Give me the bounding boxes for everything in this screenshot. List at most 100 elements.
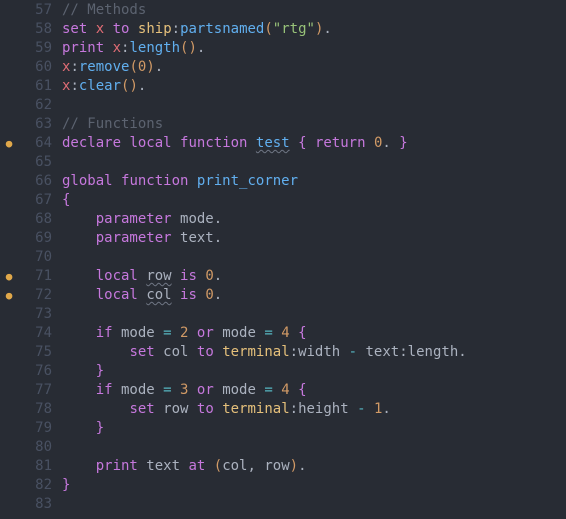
token <box>129 21 137 37</box>
token <box>62 287 96 303</box>
code-line[interactable]: } <box>62 476 566 495</box>
token <box>290 135 298 151</box>
token: parameter <box>96 230 172 246</box>
line-number: 83 <box>18 495 62 514</box>
token: terminal <box>222 401 289 417</box>
code-line[interactable] <box>62 96 566 115</box>
token: test <box>256 135 290 151</box>
token: if <box>96 325 113 341</box>
code-line[interactable] <box>62 305 566 324</box>
code-line[interactable]: // Methods <box>62 1 566 20</box>
token: declare <box>62 135 121 151</box>
code-line[interactable]: print text at (col, row). <box>62 457 566 476</box>
line-number: 81 <box>18 457 62 476</box>
token: partsnamed <box>180 21 264 37</box>
code-line[interactable]: if mode = 3 or mode = 4 { <box>62 381 566 400</box>
token: text <box>138 458 189 474</box>
code-line[interactable] <box>62 153 566 172</box>
code-line[interactable]: if mode = 2 or mode = 4 { <box>62 324 566 343</box>
gutter-row: 75 <box>0 343 62 362</box>
line-number: 64 <box>18 134 62 153</box>
gutter: 57585960616263●64656667686970●71●7273747… <box>0 0 62 519</box>
gutter-row: 63 <box>0 115 62 134</box>
warning-icon: ● <box>0 134 18 153</box>
line-number: 73 <box>18 305 62 324</box>
code-line[interactable]: parameter text. <box>62 229 566 248</box>
token: ) <box>290 458 298 474</box>
code-editor[interactable]: 57585960616263●64656667686970●71●7273747… <box>0 0 566 519</box>
token <box>172 230 180 246</box>
code-line[interactable]: } <box>62 362 566 381</box>
token: . <box>214 230 222 246</box>
token <box>172 135 180 151</box>
token: = <box>264 382 272 398</box>
line-number: 57 <box>18 1 62 20</box>
gutter-row: 80 <box>0 438 62 457</box>
gutter-row: 57 <box>0 1 62 20</box>
code-line[interactable]: local col is 0. <box>62 286 566 305</box>
gutter-row: 62 <box>0 96 62 115</box>
gutter-row: 73 <box>0 305 62 324</box>
code-line[interactable] <box>62 495 566 514</box>
warning-icon: ● <box>0 267 18 286</box>
token: x <box>96 21 104 37</box>
line-number: 79 <box>18 419 62 438</box>
code-line[interactable]: local row is 0. <box>62 267 566 286</box>
gutter-row: 60 <box>0 58 62 77</box>
token: local <box>96 287 138 303</box>
token: // Functions <box>62 116 163 132</box>
token <box>188 173 196 189</box>
code-line[interactable]: x:clear(). <box>62 77 566 96</box>
line-number: 63 <box>18 115 62 134</box>
token: . <box>214 211 222 227</box>
code-line[interactable] <box>62 248 566 267</box>
token: ) <box>146 59 154 75</box>
token <box>172 287 180 303</box>
code-line[interactable]: x:remove(0). <box>62 58 566 77</box>
token: local <box>129 135 171 151</box>
token <box>307 135 315 151</box>
code-line[interactable]: set x to ship:partsnamed("rtg"). <box>62 20 566 39</box>
token: { <box>298 325 306 341</box>
token <box>62 230 96 246</box>
token <box>104 21 112 37</box>
token: col <box>222 458 247 474</box>
token: . <box>214 287 222 303</box>
line-number: 60 <box>18 58 62 77</box>
code-line[interactable]: parameter mode. <box>62 210 566 229</box>
token: mode <box>113 325 164 341</box>
code-line[interactable] <box>62 438 566 457</box>
token: is <box>180 287 197 303</box>
token: . <box>382 401 390 417</box>
token <box>104 40 112 56</box>
code-line[interactable]: set row to terminal:height - 1. <box>62 400 566 419</box>
code-line[interactable]: global function print_corner <box>62 172 566 191</box>
token: - <box>349 344 357 360</box>
code-line[interactable]: // Functions <box>62 115 566 134</box>
token: ( <box>264 21 272 37</box>
code-area[interactable]: // Methods set x to ship:partsnamed("rtg"… <box>62 0 566 519</box>
gutter-row: 67 <box>0 191 62 210</box>
token: . <box>298 458 306 474</box>
code-line[interactable]: { <box>62 191 566 210</box>
token: parameter <box>96 211 172 227</box>
token: text <box>357 344 399 360</box>
code-line[interactable]: declare local function test { return 0. … <box>62 134 566 153</box>
token: { <box>298 135 306 151</box>
token <box>62 268 96 284</box>
token: clear <box>79 78 121 94</box>
gutter-row: 76 <box>0 362 62 381</box>
code-line[interactable]: print x:length(). <box>62 39 566 58</box>
token: print <box>62 40 104 56</box>
token <box>188 325 196 341</box>
token: = <box>264 325 272 341</box>
code-line[interactable]: } <box>62 419 566 438</box>
gutter-row: 82 <box>0 476 62 495</box>
token: length <box>408 344 459 360</box>
gutter-row: ●72 <box>0 286 62 305</box>
token: // Methods <box>62 2 146 18</box>
token <box>62 325 96 341</box>
line-number: 62 <box>18 96 62 115</box>
token: function <box>180 135 247 151</box>
code-line[interactable]: set col to terminal:width - text:length. <box>62 343 566 362</box>
